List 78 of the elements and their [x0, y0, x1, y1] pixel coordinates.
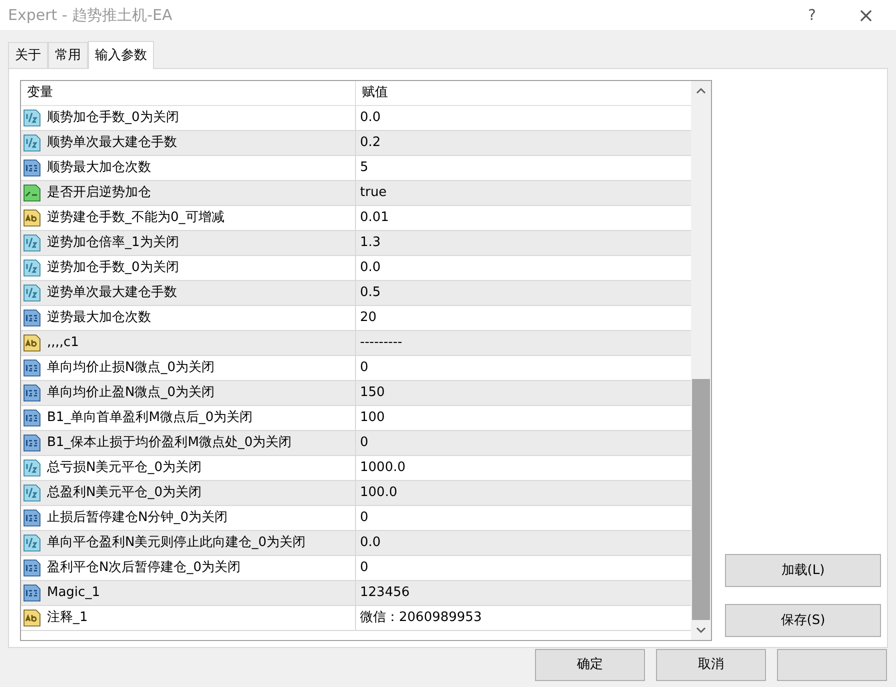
double-type-icon [23, 459, 41, 477]
parameter-name: 顺势单次最大建仓手数 [47, 134, 177, 152]
double-type-icon [23, 109, 41, 127]
double-type-icon [23, 259, 41, 277]
double-type-icon [23, 284, 41, 302]
parameter-value[interactable]: true [360, 183, 387, 203]
parameter-name: 注释_1 [47, 609, 88, 628]
double-type-icon [23, 134, 41, 152]
dialog-button[interactable]: 确定 [535, 649, 645, 681]
parameter-value[interactable]: 0 [360, 433, 368, 453]
parameter-value[interactable]: 0 [360, 358, 368, 378]
int-type-icon [23, 409, 41, 427]
tab[interactable]: 关于 [8, 42, 48, 68]
parameter-name: 单向均价止盈N微点_0为关闭 [47, 384, 214, 402]
parameter-name: Magic_1 [47, 584, 100, 602]
parameter-value[interactable]: 0.2 [360, 133, 381, 153]
parameter-name: 总亏损N美元平仓_0为关闭 [47, 459, 202, 478]
parameter-value[interactable]: 1.3 [360, 233, 381, 253]
parameter-name: 逆势单次最大建仓手数 [47, 284, 177, 302]
int-type-icon [23, 359, 41, 377]
parameter-value[interactable]: 1000.0 [360, 458, 406, 478]
parameter-name: 盈利平仓N次后暂停建仓_0为关闭 [47, 559, 240, 578]
parameter-name: 逆势加仓手数_0为关闭 [47, 259, 179, 278]
side-button[interactable]: 加载(L) [725, 554, 881, 587]
parameter-value[interactable]: 微信：2060989953 [360, 608, 482, 628]
parameter-value[interactable]: 0.01 [360, 208, 389, 228]
dialog-button[interactable]: 取消 [656, 649, 766, 681]
parameter-value[interactable]: 100.0 [360, 483, 398, 503]
parameter-value[interactable]: 100 [360, 408, 385, 428]
int-type-icon [23, 509, 41, 527]
int-type-icon [23, 559, 41, 577]
parameter-name: B1_单向首单盈利M微点后_0为关闭 [47, 409, 253, 428]
int-type-icon [23, 584, 41, 602]
column-header[interactable]: 赋值 [362, 83, 388, 103]
parameter-value[interactable]: 0 [360, 558, 368, 578]
parameter-name: 逆势建仓手数_不能为0_可增减 [47, 209, 224, 228]
window-title: Expert - 趋势推土机-EA [8, 4, 172, 26]
int-type-icon [23, 434, 41, 452]
string-type-icon [23, 334, 41, 352]
double-type-icon [23, 484, 41, 502]
double-type-icon [23, 234, 41, 252]
parameter-value[interactable]: --------- [360, 333, 402, 353]
dialog-button[interactable] [777, 649, 887, 681]
parameter-value[interactable]: 20 [360, 308, 377, 328]
parameter-value[interactable]: 5 [360, 158, 368, 178]
parameter-value[interactable]: 150 [360, 383, 385, 403]
parameter-name: 单向均价止损N微点_0为关闭 [47, 359, 214, 378]
tab[interactable]: 常用 [48, 42, 88, 68]
double-type-icon [23, 534, 41, 552]
parameter-name: 总盈利N美元平仓_0为关闭 [47, 484, 202, 502]
int-type-icon [23, 309, 41, 327]
side-button[interactable]: 保存(S) [725, 604, 881, 637]
parameter-name: 顺势加仓手数_0为关闭 [47, 109, 179, 128]
parameter-value[interactable]: 0.0 [360, 108, 381, 128]
string-type-icon [23, 609, 41, 627]
parameter-name: 是否开启逆势加仓 [47, 184, 151, 202]
parameter-value[interactable]: 0.0 [360, 533, 381, 553]
parameter-name: 单向平仓盈利N美元则停止此向建仓_0为关闭 [47, 534, 306, 552]
tab[interactable]: 输入参数 [88, 41, 154, 69]
bool-type-icon [23, 184, 41, 202]
parameter-name: 逆势加仓倍率_1为关闭 [47, 234, 179, 252]
parameter-name: ,,,,c1 [47, 334, 79, 352]
close-button[interactable]: × [846, 0, 886, 30]
int-type-icon [23, 384, 41, 402]
parameter-value[interactable]: 0.5 [360, 283, 381, 303]
parameter-value[interactable]: 0.0 [360, 258, 381, 278]
parameter-name: B1_保本止损于均价盈利M微点处_0为关闭 [47, 434, 292, 452]
parameter-value[interactable]: 123456 [360, 583, 410, 603]
int-type-icon [23, 159, 41, 177]
column-header[interactable]: 变量 [27, 83, 53, 103]
parameter-name: 逆势最大加仓次数 [47, 309, 151, 328]
help-button[interactable]: ? [792, 4, 832, 26]
scrollbar[interactable] [691, 81, 711, 640]
parameter-name: 止损后暂停建仓N分钟_0为关闭 [47, 509, 228, 528]
parameter-value[interactable]: 0 [360, 508, 368, 528]
string-type-icon [23, 209, 41, 227]
scrollbar-thumb[interactable] [692, 379, 710, 620]
parameter-name: 顺势最大加仓次数 [47, 159, 151, 178]
